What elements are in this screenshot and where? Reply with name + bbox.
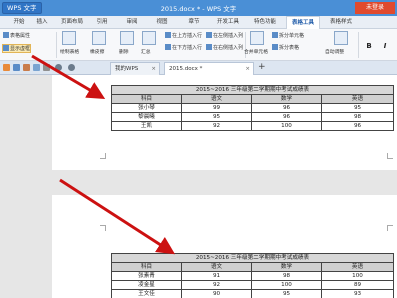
annotation-arrows bbox=[31, 54, 176, 255]
annotation-arrow bbox=[31, 54, 106, 100]
annotation-arrow bbox=[59, 178, 176, 255]
